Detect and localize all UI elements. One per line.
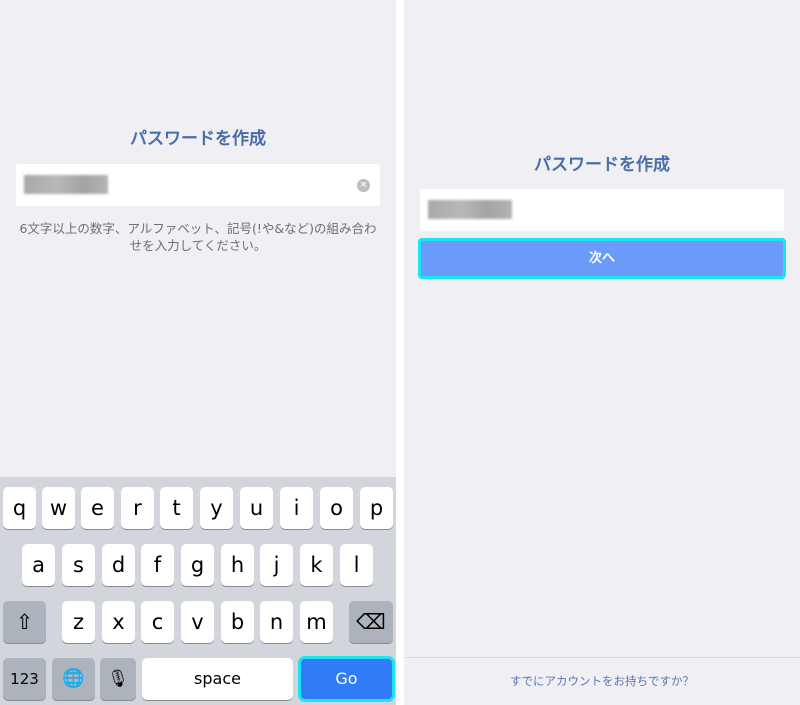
- key-d[interactable]: d: [102, 544, 135, 586]
- password-hint: 6文字以上の数字、アルファベット、記号(!や&など)の組み合わせを入力してくださ…: [19, 221, 377, 253]
- page-title: パスワードを作成: [534, 155, 670, 175]
- go-button[interactable]: Go: [298, 656, 395, 702]
- mic-icon[interactable]: 🎙: [100, 658, 136, 700]
- key-y[interactable]: y: [200, 487, 233, 529]
- key-i[interactable]: i: [280, 487, 313, 529]
- key-k[interactable]: k: [300, 544, 333, 586]
- numbers-key[interactable]: 123: [3, 658, 46, 700]
- key-r[interactable]: r: [121, 487, 154, 529]
- existing-account-link[interactable]: すでにアカウントをお持ちですか？: [404, 657, 800, 705]
- clear-icon[interactable]: ×: [357, 179, 370, 192]
- globe-icon[interactable]: 🌐: [52, 658, 95, 700]
- key-v[interactable]: v: [181, 601, 214, 643]
- key-w[interactable]: w: [42, 487, 75, 529]
- key-u[interactable]: u: [240, 487, 273, 529]
- key-h[interactable]: h: [221, 544, 254, 586]
- key-j[interactable]: j: [260, 544, 293, 586]
- key-m[interactable]: m: [300, 601, 333, 643]
- key-s[interactable]: s: [62, 544, 95, 586]
- key-z[interactable]: z: [62, 601, 95, 643]
- key-a[interactable]: a: [22, 544, 55, 586]
- delete-icon[interactable]: ⌫: [349, 601, 393, 643]
- onscreen-keyboard: q w e r t y u i o p a s d f g h j k l ⇧ …: [0, 477, 396, 705]
- key-e[interactable]: e: [81, 487, 114, 529]
- password-field[interactable]: [420, 189, 784, 231]
- masked-password-text: [428, 200, 512, 219]
- key-q[interactable]: q: [3, 487, 36, 529]
- key-b[interactable]: b: [221, 601, 254, 643]
- space-key[interactable]: space: [142, 658, 293, 700]
- key-g[interactable]: g: [181, 544, 214, 586]
- key-n[interactable]: n: [260, 601, 293, 643]
- key-p[interactable]: p: [360, 487, 393, 529]
- key-o[interactable]: o: [320, 487, 353, 529]
- left-screen: パスワードを作成 × 6文字以上の数字、アルファベット、記号(!や&など)の組み…: [0, 0, 396, 705]
- password-field[interactable]: ×: [16, 164, 380, 206]
- key-t[interactable]: t: [160, 487, 193, 529]
- masked-password-text: [24, 175, 108, 194]
- right-screen: パスワードを作成 次へ すでにアカウントをお持ちですか？: [404, 0, 800, 705]
- key-l[interactable]: l: [340, 544, 373, 586]
- key-c[interactable]: c: [141, 601, 174, 643]
- page-title: パスワードを作成: [130, 129, 266, 149]
- next-button[interactable]: 次へ: [418, 238, 786, 279]
- shift-icon[interactable]: ⇧: [3, 601, 46, 643]
- key-f[interactable]: f: [141, 544, 174, 586]
- key-x[interactable]: x: [102, 601, 135, 643]
